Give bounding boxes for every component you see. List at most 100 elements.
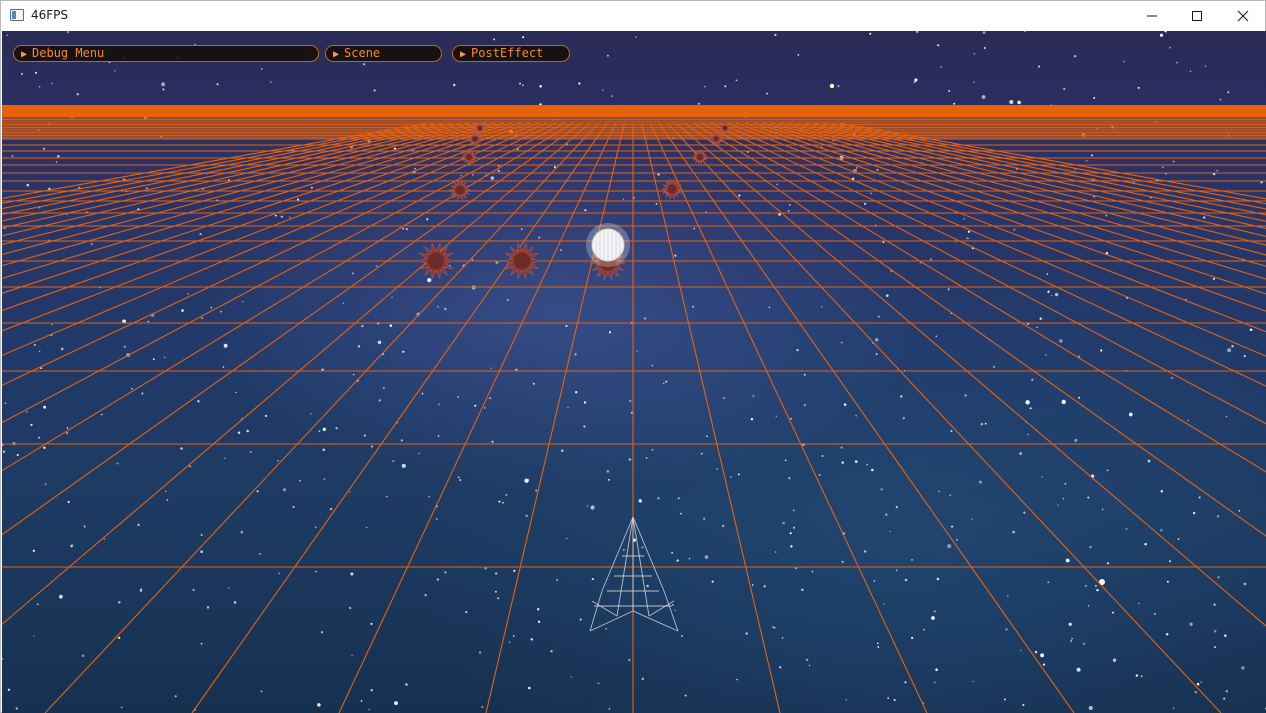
debug-menu-label: Debug Menu: [32, 46, 105, 60]
star: [1217, 576, 1220, 579]
star: [916, 31, 919, 34]
star: [1083, 642, 1086, 645]
star: [223, 343, 228, 348]
maximize-button[interactable]: [1174, 1, 1220, 31]
star: [1062, 497, 1065, 500]
star: [512, 634, 515, 637]
close-button[interactable]: [1220, 1, 1266, 31]
star: [497, 165, 500, 167]
star: [1105, 214, 1108, 217]
star: [497, 597, 500, 600]
star: [147, 320, 150, 323]
star: [1169, 560, 1171, 563]
star: [636, 350, 638, 352]
close-icon: [1237, 10, 1249, 22]
maximize-icon: [1192, 11, 1202, 21]
star: [1088, 705, 1093, 711]
star: [320, 631, 324, 634]
star: [436, 518, 438, 520]
star: [81, 654, 85, 657]
star: [931, 616, 935, 620]
star: [937, 44, 940, 47]
star: [322, 427, 326, 432]
star: [360, 700, 363, 702]
star: [875, 353, 878, 355]
star: [199, 232, 202, 236]
star: [1112, 658, 1117, 662]
star: [628, 458, 632, 461]
star: [457, 396, 460, 399]
star: [704, 555, 709, 559]
star: [935, 335, 938, 337]
star: [296, 198, 300, 201]
title-bar[interactable]: 46FPS: [1, 1, 1265, 31]
star: [781, 637, 784, 639]
scene-button[interactable]: ▶ Scene: [325, 45, 442, 62]
star: [15, 707, 18, 710]
star: [1227, 348, 1232, 353]
star: [1177, 538, 1180, 540]
star: [982, 31, 986, 34]
ship-wire: [663, 590, 679, 632]
star: [1027, 433, 1029, 436]
star: [745, 632, 748, 635]
star: [723, 397, 725, 399]
star: [774, 33, 777, 37]
star: [765, 92, 768, 95]
star: [737, 473, 740, 476]
star: [292, 506, 295, 508]
star: [963, 217, 965, 220]
star: [270, 81, 272, 83]
star: [784, 459, 787, 462]
posteffect-button[interactable]: ▶ PostEffect: [452, 45, 570, 62]
debug-menu-button[interactable]: ▶ Debug Menu: [13, 45, 319, 62]
star: [491, 440, 494, 443]
star: [992, 365, 996, 368]
star: [350, 572, 354, 576]
star: [772, 626, 775, 629]
star: [768, 306, 771, 309]
star: [949, 494, 952, 497]
star: [978, 480, 982, 484]
star: [796, 348, 799, 352]
star: [610, 95, 613, 98]
star: [1054, 292, 1059, 297]
star: [227, 586, 230, 589]
star: [250, 451, 252, 453]
star: [553, 166, 556, 169]
star: [368, 708, 371, 711]
star: [971, 518, 973, 520]
star: [645, 457, 648, 459]
star: [67, 500, 70, 504]
star: [25, 411, 28, 413]
star: [405, 683, 408, 686]
star: [1213, 603, 1216, 606]
star: [606, 54, 609, 57]
star: [201, 317, 203, 319]
minimize-icon: [1147, 15, 1157, 17]
star: [933, 610, 936, 613]
app-icon: [10, 9, 24, 21]
star: [788, 203, 791, 206]
star: [38, 436, 40, 439]
star: [738, 194, 741, 197]
star: [162, 88, 165, 91]
star: [1059, 339, 1063, 343]
star: [936, 577, 940, 581]
star: [866, 463, 869, 466]
star: [216, 83, 219, 86]
minimize-button[interactable]: [1129, 1, 1175, 31]
star: [1176, 61, 1178, 64]
star: [1227, 91, 1230, 94]
star: [101, 413, 103, 416]
star: [488, 397, 492, 400]
grid-perspective-line: [44, 122, 600, 713]
star: [681, 635, 683, 637]
star: [840, 446, 843, 449]
star: [1061, 399, 1066, 405]
star: [628, 658, 631, 662]
star: [1148, 460, 1151, 463]
star: [402, 350, 405, 353]
game-viewport[interactable]: ▶ Debug Menu ▶ Scene ▶ PostEffect: [2, 31, 1266, 713]
horizon-band: [2, 105, 1266, 117]
